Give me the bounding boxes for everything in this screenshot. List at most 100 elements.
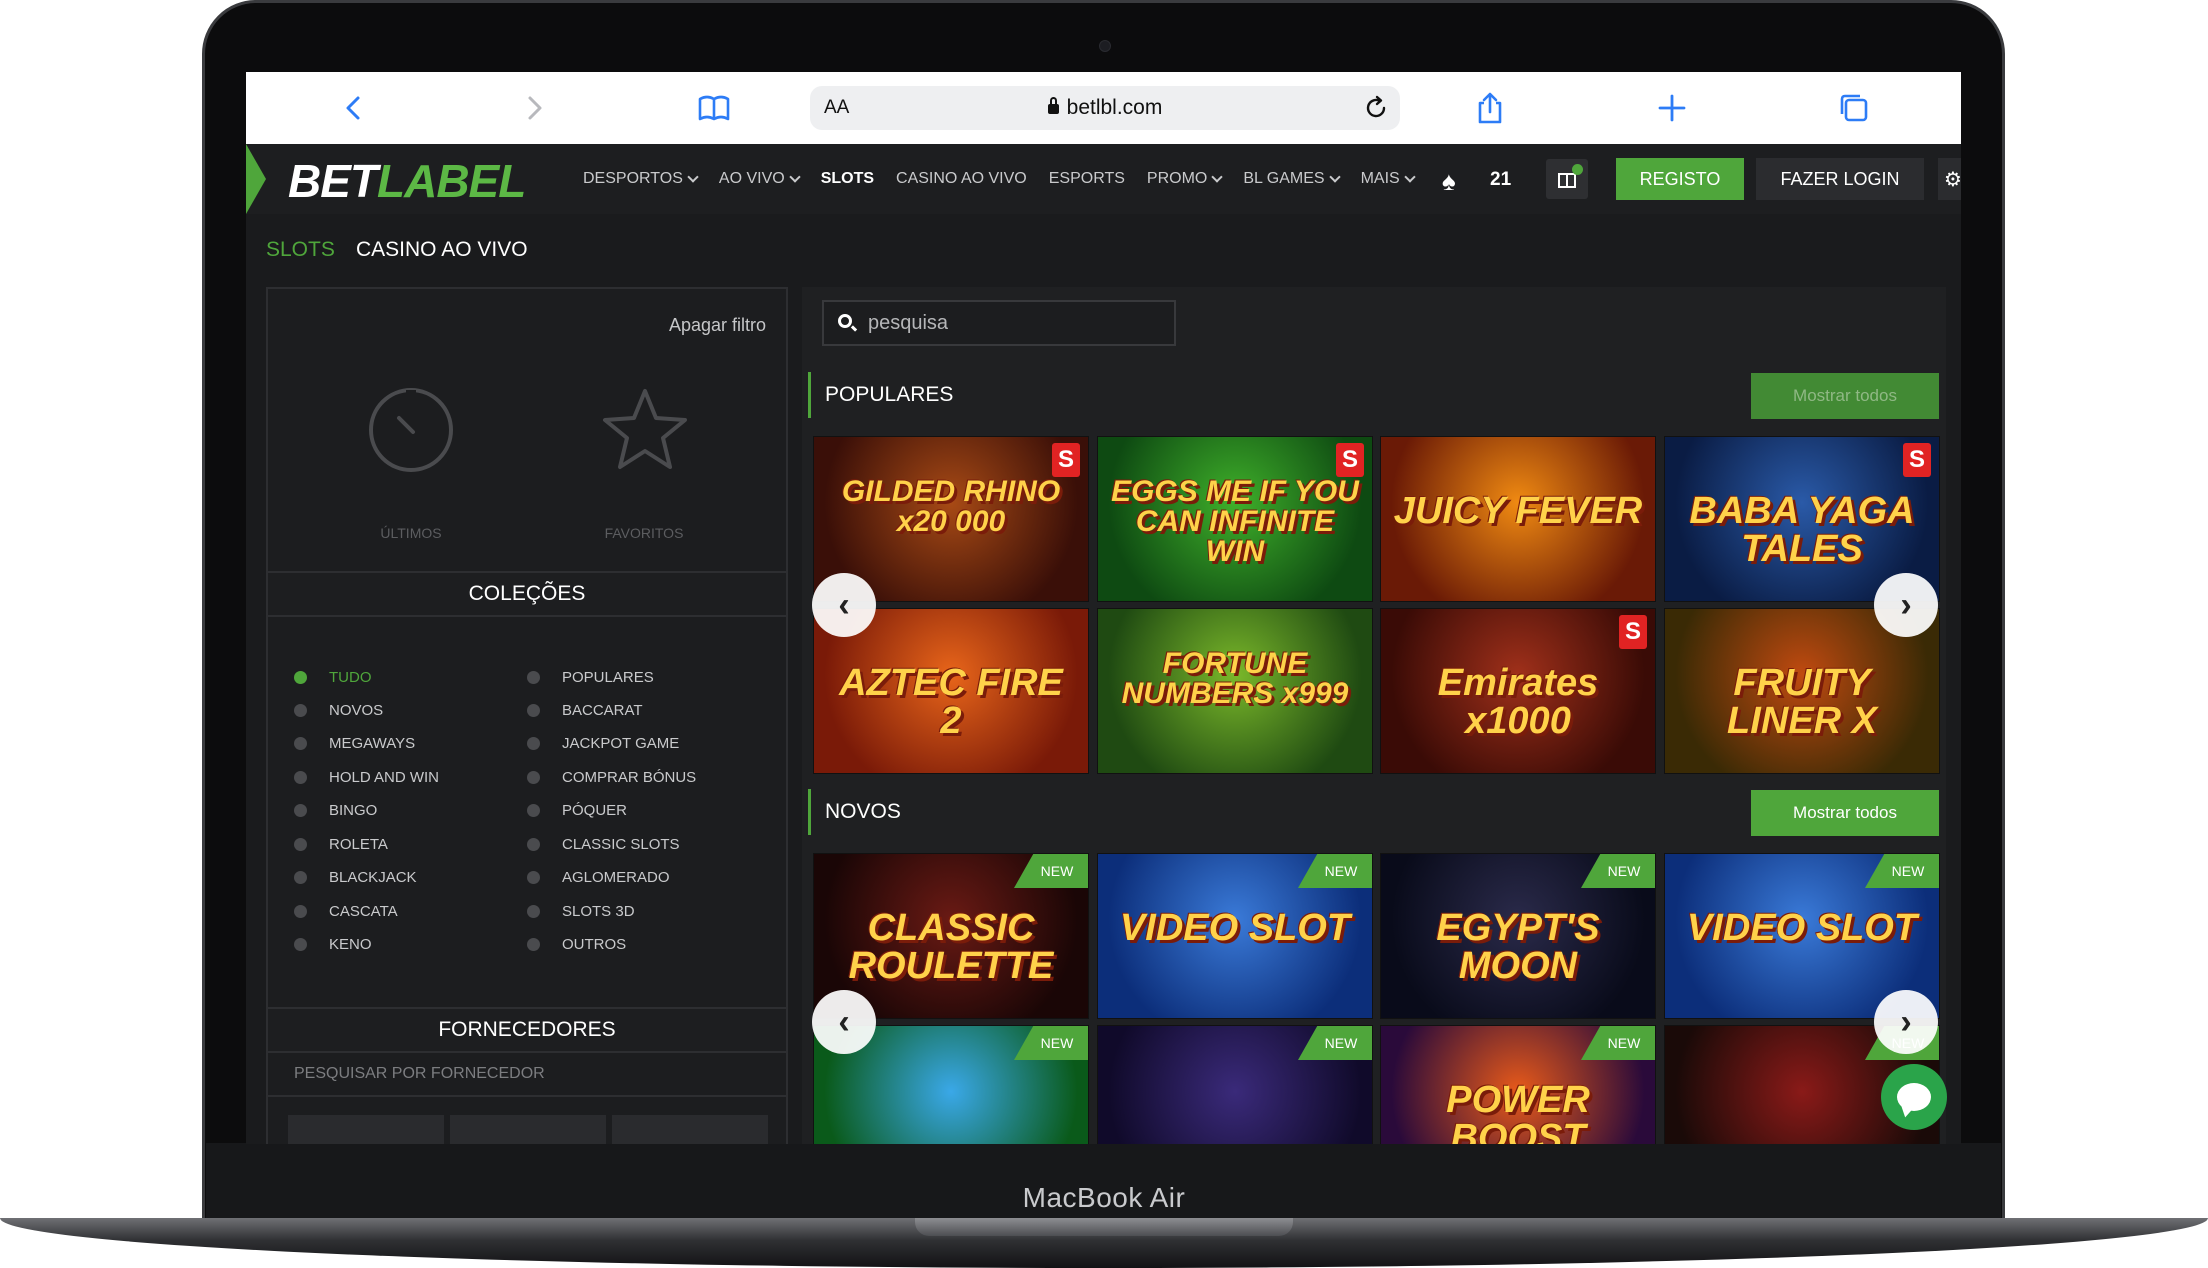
nav-ao-vivo[interactable]: AO VIVO: [708, 170, 810, 188]
new-tab-icon[interactable]: [1654, 90, 1690, 126]
new-badge: NEW: [1581, 1026, 1655, 1060]
url-display: betlbl.com: [810, 96, 1400, 120]
filter-panel: Apagar filtro ÚLTIMOS FAVORITOS COLEÇÕES…: [266, 287, 788, 1144]
provider-badge: S: [1336, 443, 1364, 477]
spade-icon[interactable]: ♠: [1442, 166, 1456, 197]
chat-button[interactable]: [1881, 1064, 1947, 1130]
collection-tudo[interactable]: TUDO: [294, 669, 372, 686]
collection-novos[interactable]: NOVOS: [294, 702, 383, 719]
game-title: VIDEO SLOT: [1119, 907, 1351, 949]
collection-classic-slots[interactable]: CLASSIC SLOTS: [527, 836, 680, 853]
game-tile[interactable]: EGYPT'S MOON NEW: [1380, 853, 1656, 1019]
collection-comprar-bonus[interactable]: COMPRAR BÓNUS: [527, 769, 696, 786]
collection-aglomerado[interactable]: AGLOMERADO: [527, 869, 670, 886]
providers-header: FORNECEDORES: [268, 1007, 786, 1053]
collection-cascata[interactable]: CASCATA: [294, 903, 398, 920]
game-search-input[interactable]: pesquisa: [822, 300, 1176, 346]
search-placeholder: pesquisa: [868, 312, 949, 334]
site-logo[interactable]: BETLABEL: [288, 154, 526, 208]
new-badge: NEW: [1865, 854, 1939, 888]
provider-badge: S: [1619, 615, 1647, 649]
provider-badge: S: [1052, 443, 1080, 477]
collection-megaways[interactable]: MEGAWAYS: [294, 735, 415, 752]
new-next-arrow[interactable]: ›: [1874, 990, 1938, 1054]
new-prev-arrow[interactable]: ‹: [812, 990, 876, 1054]
nav-mais[interactable]: MAIS: [1350, 170, 1425, 188]
collection-baccarat[interactable]: BACCARAT: [527, 702, 643, 719]
game-tile[interactable]: Emirates x1000 S: [1380, 608, 1656, 774]
device-label: MacBook Air: [1022, 1182, 1186, 1213]
game-title: EGGS ME IF YOU CAN INFINITE WIN: [1111, 475, 1359, 568]
game-tile[interactable]: EGGS ME IF YOU CAN INFINITE WIN S: [1097, 436, 1373, 602]
game-title: POWER BOOST: [1446, 1079, 1590, 1144]
gift-icon: [1558, 173, 1576, 188]
game-title: VIDEO SLOT: [1686, 907, 1918, 949]
collection-blackjack[interactable]: BLACKJACK: [294, 869, 417, 886]
collection-keno[interactable]: KENO: [294, 936, 372, 953]
share-icon[interactable]: [1472, 90, 1508, 126]
game-tile[interactable]: JUICY FEVER: [1380, 436, 1656, 602]
game-title: JUICY FEVER: [1393, 490, 1643, 532]
game-title: FORTUNE NUMBERS x999: [1121, 647, 1349, 710]
stopwatch-icon[interactable]: [366, 385, 456, 475]
reload-icon[interactable]: [1362, 94, 1390, 122]
chat-icon: [1897, 1083, 1931, 1111]
collection-hold-and-win[interactable]: HOLD AND WIN: [294, 769, 439, 786]
chevron-down-icon: [1404, 170, 1416, 183]
new-badge: NEW: [1298, 1026, 1372, 1060]
game-tile[interactable]: NEW: [1097, 1025, 1373, 1144]
forward-icon[interactable]: [516, 90, 552, 126]
recent-label: ÚLTIMOS: [380, 525, 442, 541]
chevron-down-icon: [1211, 170, 1224, 183]
popular-next-arrow[interactable]: ›: [1874, 573, 1938, 637]
bookmarks-icon[interactable]: [696, 90, 732, 126]
nav-desportos[interactable]: DESPORTOS: [572, 170, 708, 188]
collection-jackpot-game[interactable]: JACKPOT GAME: [527, 735, 679, 752]
tab-slots[interactable]: SLOTS: [266, 238, 335, 262]
logo-wedge: [246, 144, 266, 214]
game-tile[interactable]: FORTUNE NUMBERS x999: [1097, 608, 1373, 774]
gift-button[interactable]: [1546, 159, 1588, 199]
chevron-down-icon: [789, 170, 801, 183]
provider-search-input[interactable]: PESQUISAR POR FORNECEDOR: [268, 1053, 786, 1097]
laptop-notch: [915, 1218, 1293, 1236]
chevron-down-icon: [1328, 170, 1341, 183]
provider-tile[interactable]: [612, 1115, 768, 1144]
collection-outros[interactable]: OUTROS: [527, 936, 626, 953]
clear-filter-link[interactable]: Apagar filtro: [669, 315, 766, 336]
new-show-all-button[interactable]: Mostrar todos: [1751, 790, 1939, 836]
back-icon[interactable]: [336, 90, 372, 126]
collection-roleta[interactable]: ROLETA: [294, 836, 388, 853]
new-badge: NEW: [1298, 854, 1372, 888]
tabs-icon[interactable]: [1836, 90, 1872, 126]
game-tile[interactable]: POWER BOOST NEW: [1380, 1025, 1656, 1144]
address-bar[interactable]: AA betlbl.com: [810, 86, 1400, 130]
site-header: BETLABEL DESPORTOS AO VIVO SLOTS CASINO …: [246, 144, 1961, 214]
nav-promo[interactable]: PROMO: [1136, 170, 1232, 188]
search-icon: [838, 314, 852, 328]
popular-section-title: POPULARES: [808, 372, 953, 418]
nav-casino-ao-vivo[interactable]: CASINO AO VIVO: [885, 170, 1038, 188]
collection-poquer[interactable]: PÓQUER: [527, 802, 627, 819]
provider-tile[interactable]: [288, 1115, 444, 1144]
collection-slots-3d[interactable]: SLOTS 3D: [527, 903, 635, 920]
nav-slots[interactable]: SLOTS: [810, 170, 885, 188]
login-button[interactable]: FAZER LOGIN: [1756, 158, 1924, 200]
star-icon[interactable]: [600, 385, 690, 475]
popular-prev-arrow[interactable]: ‹: [812, 573, 876, 637]
main-nav: DESPORTOS AO VIVO SLOTS CASINO AO VIVO E…: [572, 144, 1425, 214]
browser-toolbar: AA betlbl.com: [246, 72, 1961, 144]
game-tile[interactable]: VIDEO SLOT NEW: [1097, 853, 1373, 1019]
nav-bl-games[interactable]: BL GAMES: [1232, 170, 1349, 188]
gear-icon[interactable]: ⚙: [1938, 158, 1961, 200]
tab-casino-ao-vivo[interactable]: CASINO AO VIVO: [356, 238, 528, 262]
gift-badge: [1572, 164, 1583, 175]
popular-show-all-button[interactable]: Mostrar todos: [1751, 373, 1939, 419]
register-button[interactable]: REGISTO: [1616, 158, 1744, 200]
game-title: CLASSIC ROULETTE: [848, 907, 1054, 987]
provider-tile[interactable]: [450, 1115, 606, 1144]
screen: AA betlbl.com BETLABEL DESPORTOS AO VIVO…: [246, 72, 1961, 1144]
nav-esports[interactable]: ESPORTS: [1038, 170, 1136, 188]
collection-populares[interactable]: POPULARES: [527, 669, 654, 686]
collection-bingo[interactable]: BINGO: [294, 802, 377, 819]
